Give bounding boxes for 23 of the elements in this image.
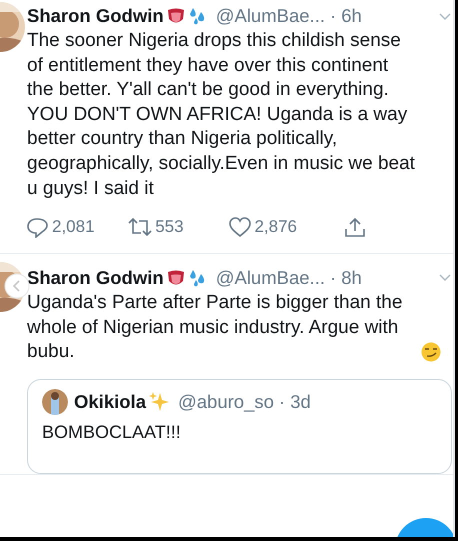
tweet-text: The sooner Nigeria drops this childish sense of entitlement they have over this continent the better. Y'all can't be good in everything. YOU DON'T OWN AFRICA! Uganda is a way better country than Nigeria politically, geographically, socially.Even in music we beat u guys! I said it [27, 29, 416, 201]
timestamp: · 6h [330, 5, 362, 27]
speech-bubble-icon[interactable] [27, 216, 49, 238]
retweet-icon[interactable] [128, 216, 152, 238]
previous-button[interactable] [4, 273, 30, 299]
reply-count: 2,081 [52, 217, 95, 238]
user-handle: @aburo_so [178, 390, 274, 413]
timestamp: · 3d [278, 390, 311, 413]
user-name: Okikiola [74, 390, 146, 413]
user-name: Sharon Godwin [27, 267, 164, 290]
timestamp: · 8h [330, 267, 362, 290]
quoted-text: BOMBOCLAAT!!! [42, 422, 182, 443]
share-icon[interactable] [344, 216, 366, 238]
tongue-icon [166, 6, 185, 26]
heart-icon[interactable] [229, 216, 252, 238]
retweet-count: 553 [155, 217, 184, 238]
user-name: Sharon Godwin [27, 5, 164, 27]
like-count: 2,876 [254, 217, 297, 238]
tweet-text: Uganda's Parte after Parte is bigger than the whole of Nigerian music industry. Argue with bubu. [27, 291, 404, 364]
quoted-tweet-card[interactable]: Okikiola @aburo_so · 3d BOMBOCLAAT!!! [27, 378, 452, 474]
sparkles-icon [148, 391, 170, 412]
user-handle: @AlumBae... [216, 267, 325, 290]
user-handle: @AlumBae... [216, 5, 325, 27]
